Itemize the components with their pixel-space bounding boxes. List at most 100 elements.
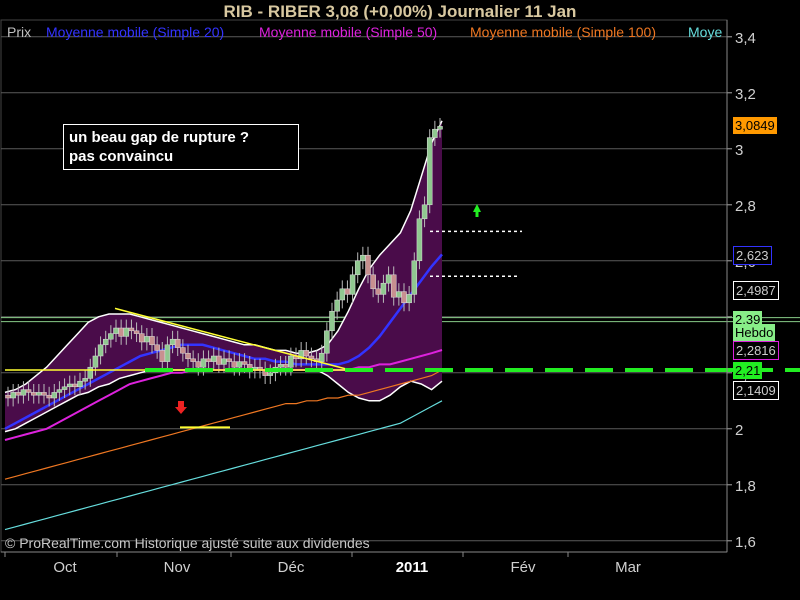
candle — [87, 366, 94, 379]
candle — [82, 378, 88, 382]
candle — [401, 291, 407, 304]
candle — [180, 347, 186, 354]
candle — [349, 274, 356, 295]
candle — [416, 218, 423, 262]
candle — [118, 327, 124, 337]
legend-sma200: Moye — [688, 24, 723, 40]
candle — [303, 350, 310, 357]
annotation-box[interactable]: un beau gap de rupture ? pas convaincu — [63, 124, 299, 170]
candle — [324, 330, 330, 354]
price-tag: 2,2816 — [733, 341, 779, 361]
candle — [190, 358, 196, 362]
candle — [159, 350, 166, 362]
candle — [20, 389, 27, 396]
candle — [437, 126, 443, 130]
candle — [360, 254, 366, 262]
candle — [195, 361, 202, 368]
candle — [406, 294, 412, 304]
candle — [51, 392, 58, 399]
candle — [375, 288, 382, 295]
y-tick-label: 2,8 — [735, 198, 756, 215]
candle — [205, 358, 212, 362]
legend-sma50: Moyenne mobile (Simple 50) — [259, 24, 438, 40]
price-tag: 2,623 — [733, 245, 772, 265]
candle — [56, 389, 63, 393]
candle — [72, 383, 78, 388]
candle — [426, 137, 433, 206]
candle — [390, 274, 397, 298]
candle — [334, 299, 340, 312]
candle — [329, 310, 335, 332]
candle — [92, 355, 99, 368]
candle — [241, 361, 248, 365]
candle — [46, 394, 52, 399]
candle — [385, 274, 392, 284]
price-tag: 2,4987 — [733, 280, 779, 300]
legend-sma100: Moyenne mobile (Simple 100) — [470, 24, 656, 40]
candle — [308, 355, 315, 360]
x-tick-label: Fév — [510, 559, 536, 576]
candle — [396, 291, 402, 298]
down-arrow-icon — [175, 401, 187, 414]
price-tag: 2,21 — [733, 361, 763, 379]
candle — [149, 336, 155, 346]
candle — [354, 260, 361, 276]
candle — [128, 327, 135, 332]
candle — [236, 361, 243, 368]
candle — [221, 358, 227, 365]
x-tick-label: 2011 — [396, 559, 429, 576]
candle — [421, 204, 428, 220]
candle — [185, 352, 191, 360]
y-tick-label: 1,6 — [735, 534, 756, 551]
candle — [66, 383, 73, 388]
candle — [25, 389, 32, 393]
candle — [226, 358, 232, 362]
candle — [365, 254, 371, 276]
candle — [174, 338, 181, 348]
candle — [113, 327, 119, 334]
y-tick-label: 2 — [735, 422, 743, 439]
x-tick-label: Déc — [278, 559, 305, 576]
legend-sma20: Moyenne mobile (Simple 20) — [46, 24, 225, 40]
annotation-line-2: pas convaincu — [69, 148, 174, 165]
candle — [380, 282, 387, 295]
candle — [41, 392, 47, 396]
legend-prix: Prix — [7, 24, 32, 40]
candle — [154, 344, 160, 351]
y-tick-label: 3,2 — [735, 86, 756, 103]
y-tick-label: 3 — [735, 142, 743, 159]
x-tick-label: Oct — [53, 559, 77, 576]
price-chart[interactable]: 1,61,822,22,42,62,833,23,4OctNovDéc2011F… — [0, 0, 800, 600]
candle — [108, 333, 114, 340]
candle — [5, 394, 11, 399]
candle — [339, 288, 346, 301]
candle — [77, 380, 83, 388]
candle — [30, 392, 37, 396]
annotation-line-1: un beau gap de rupture ? — [69, 129, 250, 146]
candle — [277, 364, 284, 368]
x-tick-label: Mar — [615, 559, 641, 576]
y-tick-label: 1,8 — [735, 478, 756, 495]
price-tag: 3,0849 — [733, 116, 777, 134]
candle — [169, 338, 176, 346]
candle — [318, 352, 325, 362]
candle — [231, 361, 238, 368]
candle — [200, 358, 207, 368]
candle — [210, 355, 217, 362]
candle — [432, 128, 438, 138]
x-tick-label: Nov — [164, 559, 191, 576]
price-tag: Hebdo — [733, 323, 776, 341]
candle — [97, 344, 104, 357]
candle — [10, 392, 16, 399]
up-arrow-icon — [473, 204, 481, 217]
price-tag: 2,1409 — [733, 380, 779, 400]
candle — [144, 336, 150, 343]
candle — [344, 288, 351, 295]
candle — [267, 372, 274, 376]
y-tick-label: 3,4 — [735, 30, 756, 47]
candle — [288, 355, 294, 368]
candle — [282, 364, 289, 368]
candle — [61, 386, 68, 390]
candle — [138, 333, 145, 343]
copyright-notice: © ProRealTime.com Historique ajusté suit… — [5, 535, 370, 551]
